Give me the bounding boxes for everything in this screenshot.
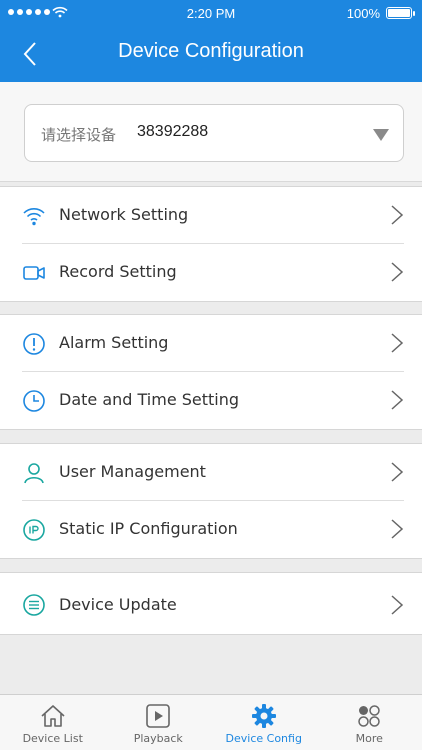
more-icon (355, 702, 383, 730)
chevron-right-icon (390, 332, 404, 354)
device-update-label: Device Update (59, 595, 177, 614)
settings-group-2: Alarm Setting Date and Time Setting (0, 314, 422, 430)
tab-playback[interactable]: Playback (106, 695, 212, 750)
date-time-setting-label: Date and Time Setting (59, 390, 240, 409)
user-management-label: User Management (59, 462, 206, 481)
device-select-placeholder: 请选择设备 (41, 126, 117, 144)
page-title: Device Configuration (118, 40, 304, 62)
play-icon (144, 702, 172, 730)
settings-group-1: Network Setting Record Setting (0, 186, 422, 302)
dropdown-arrow-icon (373, 129, 389, 141)
chevron-left-icon (23, 42, 36, 66)
alarm-setting-label: Alarm Setting (59, 333, 169, 352)
tab-device-list-label: Device List (22, 732, 83, 745)
chevron-right-icon (390, 518, 404, 540)
wifi-icon (22, 204, 46, 228)
device-select[interactable]: 请选择设备 38392288 (24, 104, 404, 162)
status-bar: 2:20 PM 100% (0, 0, 422, 28)
video-camera-icon (22, 261, 46, 285)
header: 2:20 PM 100% Device Configuration (0, 0, 422, 82)
device-select-value: 38392288 (137, 123, 209, 140)
settings-group-3: User Management Static IP Configuration (0, 443, 422, 559)
tab-device-config-label: Device Config (225, 732, 302, 745)
home-icon (39, 702, 67, 730)
chevron-right-icon (390, 389, 404, 411)
tab-playback-label: Playback (133, 732, 183, 745)
static-ip-label: Static IP Configuration (59, 519, 238, 538)
user-management-item[interactable]: User Management (0, 444, 422, 501)
device-selector-section: 请选择设备 38392288 (0, 82, 422, 182)
gear-icon (250, 702, 278, 730)
record-setting-label: Record Setting (59, 262, 177, 281)
clock-icon (22, 389, 46, 413)
update-icon (22, 593, 46, 617)
battery-icon (386, 7, 415, 19)
tab-device-list[interactable]: Device List (0, 695, 106, 750)
record-setting-item[interactable]: Record Setting (0, 244, 422, 301)
tab-more-label: More (355, 732, 383, 745)
tab-bar: Device List Playback Device Config More (0, 694, 422, 750)
alarm-setting-item[interactable]: Alarm Setting (0, 315, 422, 372)
back-button[interactable] (14, 38, 48, 72)
tab-more[interactable]: More (317, 695, 422, 750)
chevron-right-icon (390, 594, 404, 616)
device-update-item[interactable]: Device Update (0, 573, 422, 634)
alert-icon (22, 332, 46, 356)
chevron-right-icon (390, 204, 404, 226)
user-icon (22, 461, 46, 485)
tab-device-config[interactable]: Device Config (211, 695, 317, 750)
chevron-right-icon (390, 461, 404, 483)
ip-icon (22, 518, 46, 542)
network-setting-label: Network Setting (59, 205, 189, 224)
chevron-right-icon (390, 261, 404, 283)
static-ip-item[interactable]: Static IP Configuration (0, 501, 422, 558)
settings-group-4: Device Update (0, 572, 422, 635)
network-setting-item[interactable]: Network Setting (0, 187, 422, 244)
date-time-setting-item[interactable]: Date and Time Setting (0, 372, 422, 429)
battery-percent: 100% (346, 6, 380, 21)
